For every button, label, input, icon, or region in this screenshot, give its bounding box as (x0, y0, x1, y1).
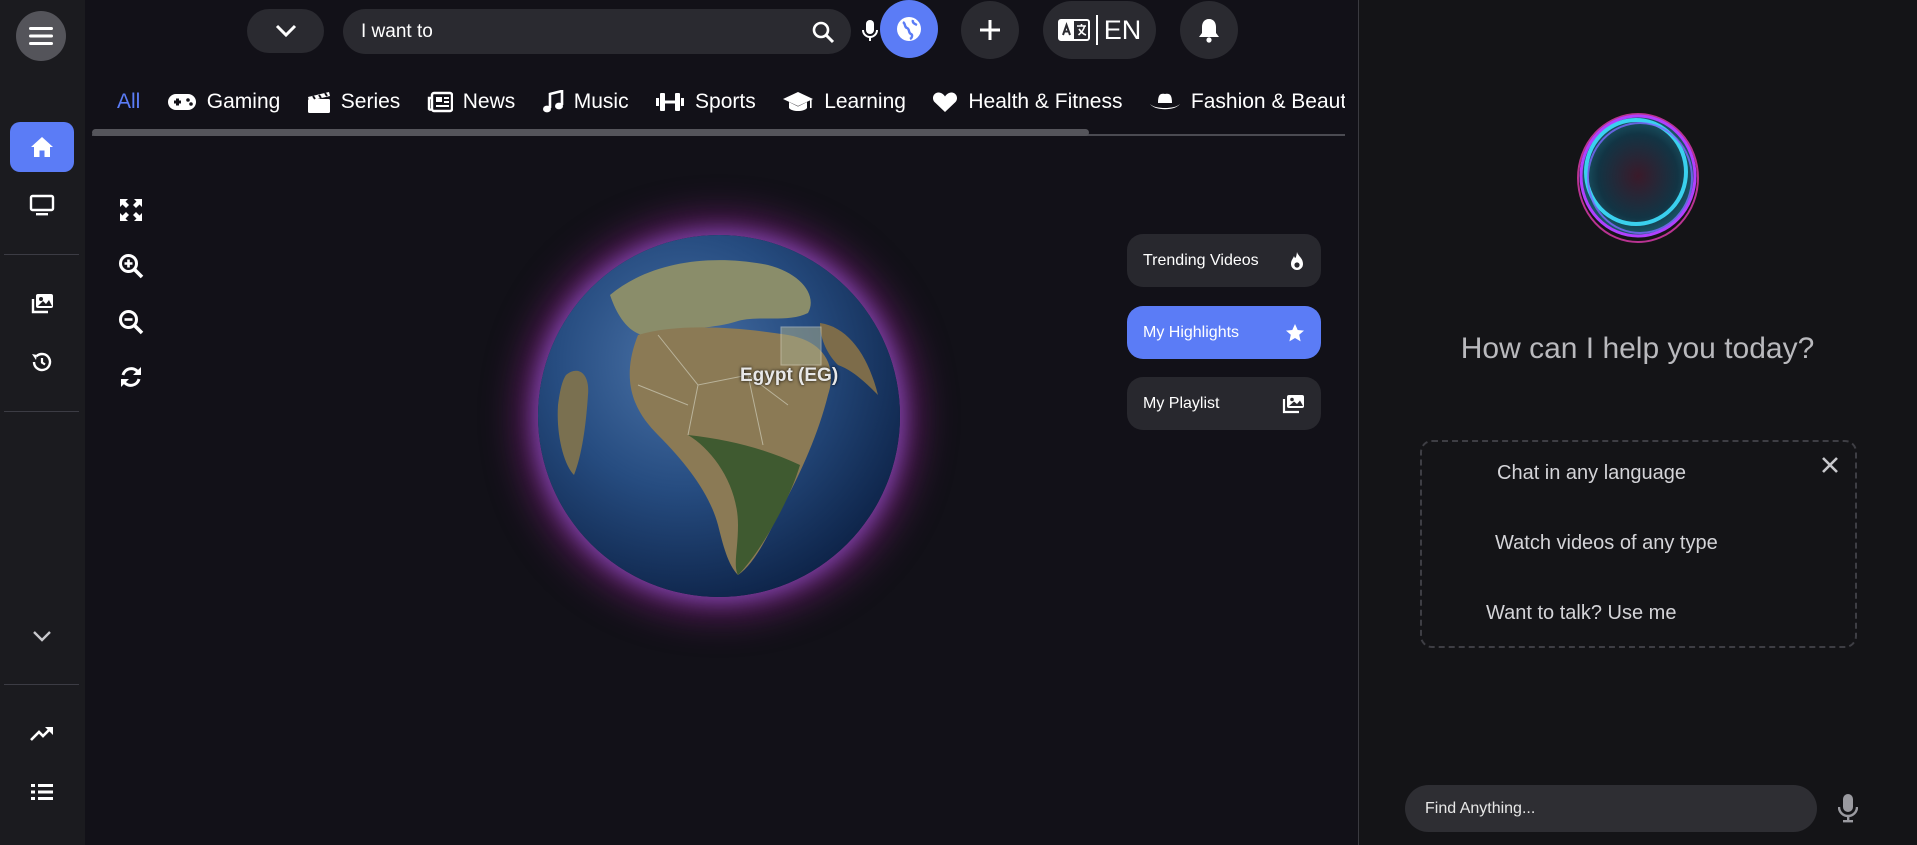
translate-icon (1057, 19, 1090, 41)
newspaper-icon (427, 91, 453, 113)
my-playlist-label: My Playlist (1143, 394, 1220, 412)
assistant-greeting: How can I help you today? (1460, 332, 1815, 365)
language-label: EN (1103, 14, 1142, 45)
trending-videos-button[interactable]: Trending Videos (1127, 234, 1321, 287)
assistant-orb-icon (1577, 113, 1699, 243)
left-rail (0, 0, 85, 845)
rail-home[interactable] (10, 122, 74, 172)
images-icon (31, 294, 53, 314)
history-icon (32, 352, 52, 372)
microphone-icon[interactable] (862, 19, 878, 43)
rail-trending[interactable] (10, 709, 74, 759)
suggestion-item[interactable]: Chat in any language (1497, 462, 1686, 485)
tab-label: Learning (824, 90, 906, 113)
bell-icon (1199, 19, 1219, 43)
refresh-icon (121, 367, 141, 387)
tab-label: Fashion & Beaut (1190, 90, 1345, 113)
suggestion-item[interactable]: Watch videos of any type (1495, 532, 1718, 555)
tab-music[interactable]: Music (542, 84, 629, 120)
my-highlights-button[interactable]: My Highlights (1127, 306, 1321, 359)
rail-gallery[interactable] (10, 279, 74, 329)
tab-news[interactable]: News (427, 84, 516, 120)
menu-button[interactable] (16, 11, 66, 61)
expand-icon (120, 199, 142, 221)
suggestion-item[interactable]: Want to talk? Use me (1486, 602, 1676, 625)
tab-health-fitness[interactable]: Health & Fitness (932, 84, 1122, 120)
fullscreen-button[interactable] (116, 195, 146, 225)
rail-separator (4, 684, 79, 685)
scope-dropdown-button[interactable] (247, 9, 324, 53)
globe-view-button[interactable] (880, 0, 938, 58)
chevron-down-icon (275, 24, 296, 38)
find-anything-input[interactable] (1425, 785, 1805, 832)
tab-label: Music (573, 90, 629, 113)
images-icon (1282, 394, 1304, 413)
tab-fashion-beauty[interactable]: Fashion & Beaut (1149, 84, 1345, 120)
fire-icon (1291, 251, 1303, 270)
zoom-out-button[interactable] (116, 307, 146, 337)
gamepad-icon (167, 94, 196, 110)
search-icon[interactable] (811, 20, 835, 44)
graduation-cap-icon (783, 92, 814, 111)
assistant-input-box (1405, 785, 1817, 832)
star-icon (1286, 323, 1304, 341)
trending-up-icon (30, 727, 53, 741)
search-bar (343, 9, 851, 54)
rail-separator (4, 411, 79, 412)
tab-label: Sports (695, 90, 756, 113)
notifications-button[interactable] (1180, 1, 1238, 59)
rail-expand[interactable] (10, 611, 74, 661)
language-button[interactable]: EN (1043, 1, 1156, 59)
tab-series[interactable]: Series (307, 84, 401, 120)
tab-gaming[interactable]: Gaming (167, 84, 281, 120)
clapperboard-icon (307, 92, 330, 113)
rail-separator (4, 254, 79, 255)
zoom-in-icon (119, 254, 144, 279)
chevron-down-icon (33, 631, 51, 642)
rail-tv[interactable] (10, 180, 74, 230)
hamburger-icon (29, 27, 53, 45)
monitor-icon (29, 194, 55, 216)
hat-icon (1149, 93, 1180, 110)
home-icon (31, 137, 53, 157)
tab-label: News (462, 90, 516, 113)
heart-icon (933, 92, 958, 112)
zoom-in-button[interactable] (116, 251, 146, 281)
list-icon (31, 784, 53, 800)
search-input[interactable] (361, 9, 781, 54)
tabs-scrollbar[interactable] (92, 129, 1089, 136)
microphone-icon[interactable] (1838, 793, 1858, 823)
tab-label: Health & Fitness (968, 90, 1123, 113)
tab-all[interactable]: All (117, 84, 140, 120)
music-note-icon (542, 90, 564, 113)
close-suggestions-button[interactable] (1818, 453, 1842, 477)
zoom-out-icon (119, 310, 144, 335)
tab-label: Series (340, 90, 401, 113)
tab-label: All (117, 90, 141, 113)
my-highlights-label: My Highlights (1143, 323, 1240, 341)
tab-sports[interactable]: Sports (655, 84, 756, 120)
dumbbell-icon (656, 93, 685, 111)
close-icon (1822, 457, 1838, 473)
tab-label: Gaming (206, 90, 281, 113)
language-divider (1095, 15, 1098, 45)
country-hover-label: Egypt (EG) (740, 365, 839, 386)
globe-continents (557, 260, 878, 575)
my-playlist-button[interactable]: My Playlist (1127, 377, 1321, 430)
globe-icon (897, 17, 921, 41)
create-button[interactable] (961, 1, 1019, 59)
rail-history[interactable] (10, 337, 74, 387)
category-tabs: All Gaming Series News Music Sports Lear… (95, 84, 1345, 120)
rail-list[interactable] (10, 767, 74, 817)
world-globe[interactable] (538, 235, 900, 597)
reset-view-button[interactable] (116, 362, 146, 392)
tab-learning[interactable]: Learning (782, 84, 906, 120)
trending-videos-label: Trending Videos (1143, 251, 1259, 269)
plus-icon (980, 20, 1000, 40)
